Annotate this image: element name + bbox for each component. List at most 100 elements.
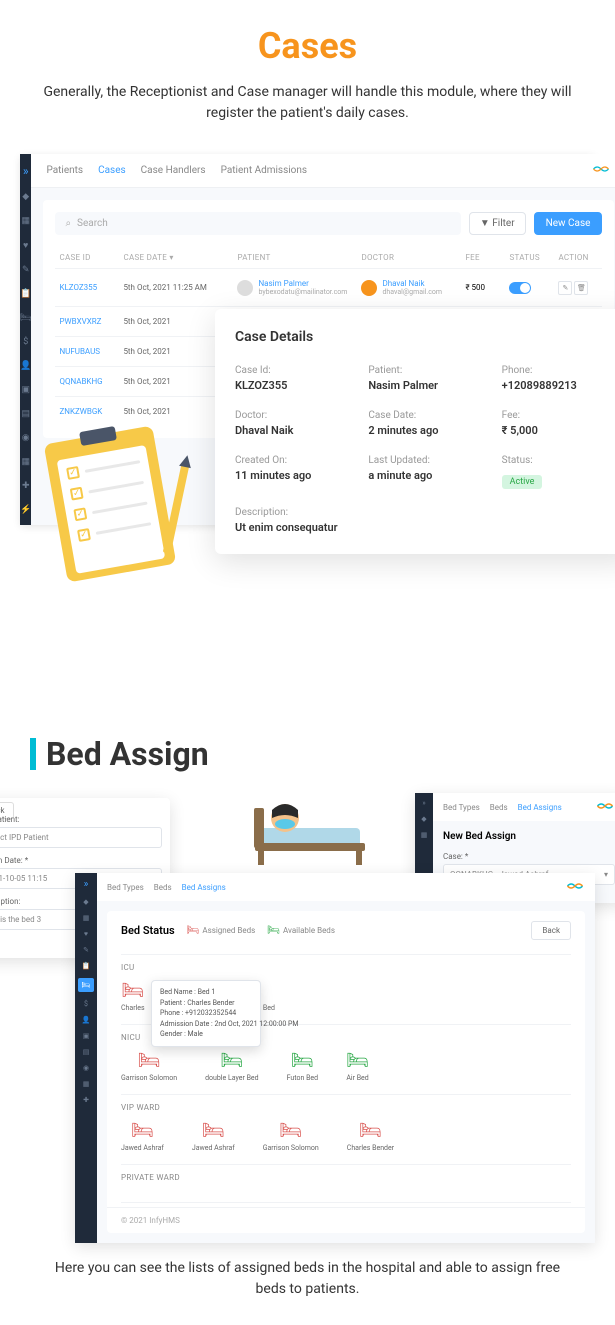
doctor-cell: Dhaval Naik dhaval@gmail.com: [361, 279, 461, 296]
sidebar-icon[interactable]: 🛏: [20, 313, 31, 323]
nav-assigns[interactable]: Bed Assigns: [518, 803, 562, 812]
case-id-link[interactable]: ZNKZWBGK: [59, 407, 119, 416]
detail-case-id: Case Id: KLZOZ355: [235, 365, 348, 392]
detail-created: Created On: 11 minutes ago: [235, 455, 348, 489]
sidebar-icon[interactable]: ⚡: [20, 505, 31, 515]
filter-button[interactable]: ▼ Filter: [469, 212, 526, 235]
bed-label: Jawed Ashraf: [121, 1144, 164, 1152]
th-case-id[interactable]: CASE ID: [59, 253, 119, 262]
nav-beds[interactable]: Beds: [154, 883, 172, 892]
sidebar-icon[interactable]: $: [23, 337, 28, 347]
sidebar-icon[interactable]: ▤: [83, 1048, 90, 1056]
avatar: [361, 280, 377, 296]
patient-name[interactable]: Nasim Palmer: [258, 279, 347, 288]
bed-item[interactable]: 🛏Jawed Ashraf: [121, 1120, 164, 1152]
legend-available: 🛏 Available Beds: [267, 925, 335, 936]
sidebar-icon[interactable]: ◉: [22, 433, 30, 443]
edit-button[interactable]: ✎: [558, 281, 572, 295]
sidebar-icon[interactable]: ✚: [83, 1096, 89, 1104]
sidebar-icon[interactable]: $: [84, 1000, 88, 1008]
search-input[interactable]: ⌕ Search: [55, 212, 460, 235]
bed-label: Charles: [121, 1004, 145, 1012]
sidebar-icon[interactable]: 📋: [20, 289, 31, 299]
ward-label: VIP Ward: [121, 1103, 571, 1112]
ipd-patient-select[interactable]: Select IPD Patient: [0, 827, 162, 848]
sidebar-icon[interactable]: ▦: [83, 1080, 90, 1088]
sidebar-icon[interactable]: ◉: [83, 1064, 89, 1072]
bed-label: Garrison Solomon: [263, 1144, 319, 1152]
clipboard-illustration: ✓ ✓ ✓ ✓: [55, 434, 195, 594]
bed-item[interactable]: 🛏Jawed Ashraf: [192, 1120, 235, 1152]
action-buttons: ✎ 🗑: [558, 281, 598, 295]
case-id-link[interactable]: QQNABKHG: [59, 377, 119, 386]
ward-label: Private Ward: [121, 1173, 571, 1182]
detail-phone: Phone: +12089889213: [502, 365, 615, 392]
sidebar-icon[interactable]: ▦: [83, 914, 90, 922]
fee-cell: ₹ 500: [465, 283, 505, 292]
nav-admissions[interactable]: Patient Admissions: [221, 165, 307, 176]
th-doctor[interactable]: DOCTOR: [361, 253, 461, 262]
nav-assigns[interactable]: Bed Assigns: [182, 883, 226, 892]
sidebar-icon[interactable]: ◆: [83, 898, 88, 906]
back-button[interactable]: Back: [531, 921, 571, 940]
th-status[interactable]: STATUS: [509, 253, 554, 262]
sidebar-icon[interactable]: 📋: [82, 962, 91, 970]
nav-beds[interactable]: Beds: [490, 803, 508, 812]
detail-doctor: Doctor: Dhaval Naik: [235, 410, 348, 437]
bed-label: Charles Bender: [347, 1144, 394, 1152]
delete-button[interactable]: 🗑: [574, 281, 588, 295]
sidebar-expand-icon[interactable]: »: [23, 164, 29, 178]
sidebar-icon[interactable]: ▦: [21, 457, 30, 467]
sidebar-icon[interactable]: 👤: [20, 361, 31, 371]
th-action: ACTION: [558, 253, 598, 262]
th-patient[interactable]: PATIENT: [237, 253, 357, 262]
case-label: Case: *: [443, 852, 615, 861]
bed-icon: 🛏: [121, 980, 144, 1001]
sidebar-icon[interactable]: 👤: [82, 1016, 91, 1024]
sidebar-bed-icon[interactable]: 🛏: [78, 978, 95, 992]
sidebar-icon[interactable]: ✎: [22, 265, 30, 275]
bed-item[interactable]: 🛏 Garrison Solomon: [263, 1120, 319, 1152]
status-badge: Active: [502, 475, 543, 489]
sidebar-icon[interactable]: ♥: [84, 930, 88, 938]
bed-icon: 🛏: [187, 925, 200, 936]
sidebar-icon[interactable]: ♥: [23, 240, 28, 251]
bed-item[interactable]: 🛏CharlesBed Name : Bed 1Patient : Charle…: [121, 980, 145, 1012]
sidebar-icon[interactable]: ▣: [21, 385, 30, 395]
sidebar-expand-icon[interactable]: »: [84, 879, 89, 890]
ward-section: VIP Ward 🛏Jawed Ashraf 🛏Jawed Ashraf 🛏 Garri…: [107, 1099, 585, 1160]
mini-sidebar-icon[interactable]: »: [422, 799, 425, 807]
sidebar-icon[interactable]: ▤: [21, 409, 30, 419]
cases-section-title: Cases: [0, 25, 615, 67]
status-toggle[interactable]: [509, 282, 531, 294]
sidebar-icon[interactable]: ◆: [22, 192, 29, 202]
case-id-link[interactable]: PWBXVXRZ: [59, 317, 119, 326]
sidebar-icon[interactable]: ▦: [21, 216, 30, 226]
case-id-link[interactable]: KLZOZ355: [59, 283, 119, 292]
bed-item[interactable]: 🛏Futon Bed: [287, 1050, 319, 1082]
sidebar-icon[interactable]: ▣: [83, 1032, 90, 1040]
bed-item[interactable]: 🛏Charles Bender: [347, 1120, 394, 1152]
doctor-name[interactable]: Dhaval Naik: [382, 279, 442, 288]
nav-patients[interactable]: Patients: [46, 165, 83, 176]
sidebar-icon[interactable]: ✎: [83, 946, 89, 954]
toolbar: ⌕ Search ▼ Filter New Case: [55, 212, 602, 235]
th-fee[interactable]: FEE: [465, 253, 505, 262]
nav-types[interactable]: Bed Types: [443, 803, 480, 812]
nav-types[interactable]: Bed Types: [107, 883, 144, 892]
bed-icon: 🛏: [220, 1050, 243, 1071]
bed-item[interactable]: 🛏Air Bed: [346, 1050, 369, 1082]
sidebar-icon[interactable]: ✚: [22, 481, 30, 491]
mini-sidebar-icon[interactable]: ◆: [421, 815, 426, 823]
new-case-button[interactable]: New Case: [534, 212, 603, 235]
app-logo: [591, 162, 611, 179]
bed-item[interactable]: 🛏double Layer Bed: [205, 1050, 259, 1082]
nav-handlers[interactable]: Case Handlers: [141, 165, 206, 176]
bed-item[interactable]: 🛏Garrison Solomon: [121, 1050, 177, 1082]
mini-sidebar-icon[interactable]: ▦: [421, 831, 428, 839]
bed-icon: 🛏: [279, 1120, 302, 1141]
case-id-link[interactable]: NUFUBAUS: [59, 347, 119, 356]
nav-cases[interactable]: Cases: [98, 165, 126, 176]
ward-section: ICU🛏CharlesBed Name : Bed 1Patient : Cha…: [107, 959, 585, 1020]
th-case-date[interactable]: CASE DATE ▾: [123, 253, 233, 262]
